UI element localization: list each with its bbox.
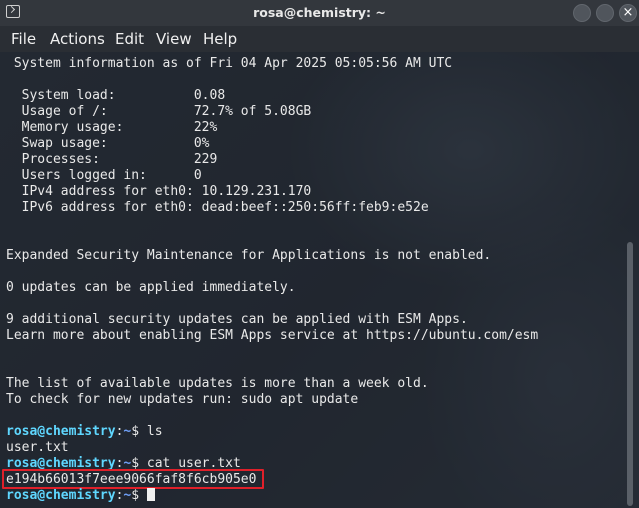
- window-title: rosa@chemistry: ~: [253, 5, 386, 20]
- title-bar[interactable]: rosa@chemistry: ~ ×: [0, 0, 639, 26]
- stat-ipv4: IPv4 address for eth0: 10.129.231.170: [6, 184, 312, 199]
- maximize-button[interactable]: [596, 4, 614, 22]
- stat-disk-usage: Usage of /: 72.7% of 5.08GB: [6, 104, 312, 119]
- flag-highlight-box: [2, 469, 264, 489]
- stat-ipv6: IPv6 address for eth0: dead:beef::250:56…: [6, 200, 429, 215]
- stat-system-load: System load: 0.08: [6, 88, 226, 103]
- prompt-line-current[interactable]: rosa@chemistry:~$: [6, 488, 155, 504]
- check-updates-hint: To check for new updates run: sudo apt u…: [6, 392, 359, 407]
- close-button[interactable]: ×: [619, 4, 637, 22]
- close-icon: ×: [622, 5, 634, 20]
- stat-users-logged-in: Users logged in: 0: [6, 168, 202, 183]
- menu-bar: File Actions Edit View Help: [0, 26, 639, 52]
- stat-swap-usage: Swap usage: 0%: [6, 136, 210, 151]
- esm-learn-more: Learn more about enabling ESM Apps servi…: [6, 328, 539, 343]
- prompt-line-ls: rosa@chemistry:~$ ls: [6, 424, 163, 439]
- menu-edit[interactable]: Edit: [115, 30, 144, 48]
- menu-actions[interactable]: Actions: [50, 30, 105, 48]
- minimize-button[interactable]: [573, 4, 591, 22]
- ls-output: user.txt: [6, 440, 69, 455]
- stat-memory-usage: Memory usage: 22%: [6, 120, 218, 135]
- menu-view[interactable]: View: [156, 30, 192, 48]
- menu-help[interactable]: Help: [203, 30, 237, 48]
- terminal-output[interactable]: System information as of Fri 04 Apr 2025…: [0, 52, 639, 508]
- scrollbar-thumb[interactable]: [627, 242, 633, 506]
- terminal-window: rosa@chemistry: ~ × File Actions Edit Vi…: [0, 0, 639, 508]
- update-list-old: The list of available updates is more th…: [6, 376, 429, 391]
- stat-processes: Processes: 229: [6, 152, 218, 167]
- esm-notice: Expanded Security Maintenance for Applic…: [6, 248, 492, 263]
- security-updates: 9 additional security updates can be app…: [6, 312, 468, 327]
- sysinfo-header: System information as of Fri 04 Apr 2025…: [6, 56, 453, 71]
- updates-now: 0 updates can be applied immediately.: [6, 280, 296, 295]
- text-cursor: [146, 488, 155, 501]
- menu-file[interactable]: File: [11, 30, 36, 48]
